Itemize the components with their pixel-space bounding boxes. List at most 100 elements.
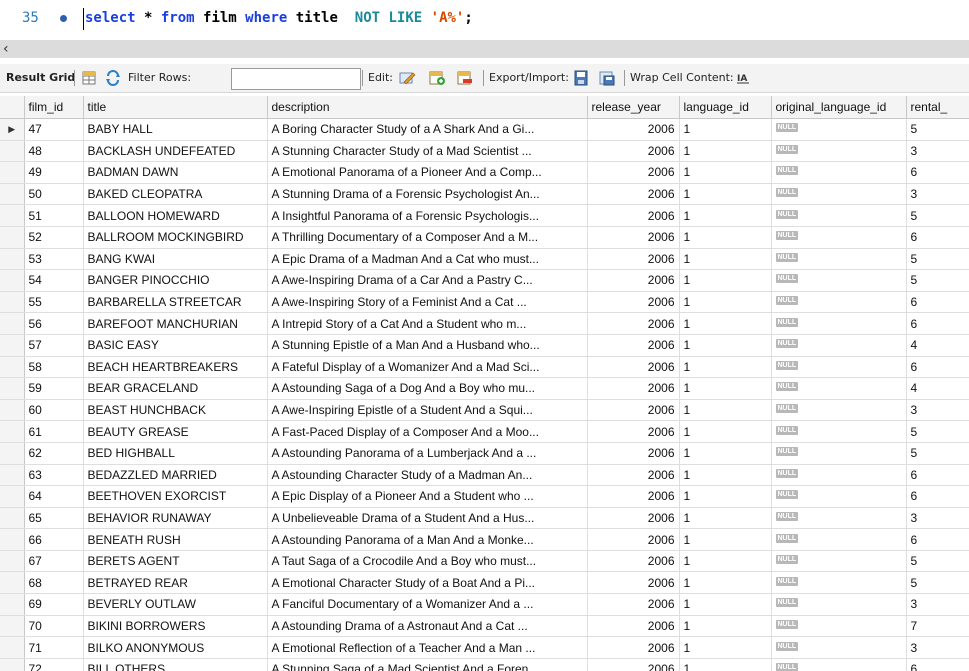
cell-language-id[interactable]: 1 — [679, 658, 772, 671]
cell-release-year[interactable]: 2006 — [587, 615, 680, 638]
cell-language-id[interactable]: 1 — [679, 248, 772, 271]
cell-film-id[interactable]: 57 — [24, 334, 84, 357]
cell-original-language-id[interactable]: NULL — [771, 140, 907, 163]
row-indicator[interactable] — [0, 571, 25, 595]
export-icon[interactable] — [572, 64, 590, 92]
cell-language-id[interactable]: 1 — [679, 140, 772, 163]
cell-rental-duration[interactable]: 5 — [906, 442, 969, 465]
cell-release-year[interactable]: 2006 — [587, 118, 680, 141]
table-row[interactable]: 67 BERETS AGENT A Taut Saga of a Crocodile… — [0, 550, 969, 573]
cell-original-language-id[interactable]: NULL — [771, 593, 907, 616]
cell-original-language-id[interactable]: NULL — [771, 118, 907, 141]
cell-original-language-id[interactable]: NULL — [771, 377, 907, 400]
table-row[interactable]: 51 BALLOON HOMEWARD A Insightful Panorama … — [0, 204, 969, 227]
cell-title[interactable]: BADMAN DAWN — [83, 161, 268, 184]
row-indicator[interactable] — [0, 226, 25, 249]
cell-title[interactable]: BEETHOVEN EXORCIST — [83, 485, 268, 508]
cell-original-language-id[interactable]: NULL — [771, 161, 907, 184]
column-header-description[interactable]: description — [267, 96, 588, 119]
cell-original-language-id[interactable]: NULL — [771, 507, 907, 530]
cell-description[interactable]: A Astounding Drama of a Astronaut And a … — [267, 615, 588, 638]
cell-rental-duration[interactable]: 5 — [906, 550, 969, 573]
table-row[interactable]: 66 BENEATH RUSH A Astounding Panorama of a… — [0, 528, 969, 551]
cell-rental-duration[interactable]: 6 — [906, 312, 969, 335]
cell-original-language-id[interactable]: NULL — [771, 636, 907, 659]
cell-rental-duration[interactable]: 5 — [906, 571, 969, 595]
cell-description[interactable]: A Stunning Epistle of a Man And a Husban… — [267, 334, 588, 357]
cell-title[interactable]: BACKLASH UNDEFEATED — [83, 140, 268, 163]
cell-description[interactable]: A Emotional Character Study of a Boat An… — [267, 571, 588, 595]
cell-title[interactable]: BETRAYED REAR — [83, 571, 268, 595]
cell-release-year[interactable]: 2006 — [587, 226, 680, 249]
cell-language-id[interactable]: 1 — [679, 550, 772, 573]
column-header-language-id[interactable]: language_id — [679, 96, 772, 119]
cell-title[interactable]: BED HIGHBALL — [83, 442, 268, 465]
sql-statement[interactable]: select * from film where title NOT LIKE … — [85, 10, 473, 26]
cell-release-year[interactable]: 2006 — [587, 464, 680, 487]
cell-title[interactable]: BEAUTY GREASE — [83, 420, 268, 443]
cell-title[interactable]: BIKINI BORROWERS — [83, 615, 268, 638]
cell-release-year[interactable]: 2006 — [587, 248, 680, 271]
cell-description[interactable]: A Insightful Panorama of a Forensic Psyc… — [267, 204, 588, 227]
cell-language-id[interactable]: 1 — [679, 226, 772, 249]
result-grid[interactable]: film_id title description release_year l… — [0, 96, 969, 671]
cell-original-language-id[interactable]: NULL — [771, 442, 907, 465]
cell-film-id[interactable]: 49 — [24, 161, 84, 184]
cell-original-language-id[interactable]: NULL — [771, 183, 907, 206]
cell-release-year[interactable]: 2006 — [587, 183, 680, 206]
current-row-indicator-icon[interactable]: ▶ — [0, 118, 25, 141]
cell-original-language-id[interactable]: NULL — [771, 334, 907, 357]
cell-film-id[interactable]: 67 — [24, 550, 84, 573]
cell-language-id[interactable]: 1 — [679, 161, 772, 184]
cell-release-year[interactable]: 2006 — [587, 442, 680, 465]
cell-language-id[interactable]: 1 — [679, 615, 772, 638]
table-row[interactable]: 56 BAREFOOT MANCHURIAN A Intrepid Story of… — [0, 312, 969, 335]
cell-rental-duration[interactable]: 6 — [906, 291, 969, 314]
cell-film-id[interactable]: 61 — [24, 420, 84, 443]
cell-release-year[interactable]: 2006 — [587, 269, 680, 292]
row-indicator[interactable] — [0, 291, 25, 314]
cell-release-year[interactable]: 2006 — [587, 291, 680, 314]
cell-original-language-id[interactable]: NULL — [771, 356, 907, 379]
row-indicator[interactable] — [0, 356, 25, 379]
cell-film-id[interactable]: 63 — [24, 464, 84, 487]
table-row[interactable]: 71 BILKO ANONYMOUS A Emotional Reflection … — [0, 636, 969, 659]
cell-language-id[interactable]: 1 — [679, 636, 772, 659]
table-row[interactable]: 64 BEETHOVEN EXORCIST A Epic Display of a … — [0, 485, 969, 508]
cell-film-id[interactable]: 66 — [24, 528, 84, 551]
cell-title[interactable]: BERETS AGENT — [83, 550, 268, 573]
cell-rental-duration[interactable]: 5 — [906, 118, 969, 141]
cell-original-language-id[interactable]: NULL — [771, 399, 907, 422]
cell-language-id[interactable]: 1 — [679, 118, 772, 141]
row-indicator[interactable] — [0, 312, 25, 335]
cell-title[interactable]: BABY HALL — [83, 118, 268, 141]
cell-language-id[interactable]: 1 — [679, 593, 772, 616]
cell-description[interactable]: A Epic Display of a Pioneer And a Studen… — [267, 485, 588, 508]
cell-title[interactable]: BANGER PINOCCHIO — [83, 269, 268, 292]
cell-rental-duration[interactable]: 3 — [906, 636, 969, 659]
cell-title[interactable]: BALLROOM MOCKINGBIRD — [83, 226, 268, 249]
table-row[interactable]: 60 BEAST HUNCHBACK A Awe-Inspiring Epistle… — [0, 399, 969, 422]
cell-description[interactable]: A Astounding Panorama of a Lumberjack An… — [267, 442, 588, 465]
cell-original-language-id[interactable]: NULL — [771, 615, 907, 638]
cell-original-language-id[interactable]: NULL — [771, 312, 907, 335]
cell-title[interactable]: BANG KWAI — [83, 248, 268, 271]
cell-release-year[interactable]: 2006 — [587, 550, 680, 573]
cell-original-language-id[interactable]: NULL — [771, 226, 907, 249]
table-row[interactable]: 63 BEDAZZLED MARRIED A Astounding Characte… — [0, 464, 969, 487]
cell-original-language-id[interactable]: NULL — [771, 420, 907, 443]
cell-description[interactable]: A Astounding Saga of a Dog And a Boy who… — [267, 377, 588, 400]
cell-rental-duration[interactable]: 4 — [906, 334, 969, 357]
cell-language-id[interactable]: 1 — [679, 420, 772, 443]
cell-language-id[interactable]: 1 — [679, 528, 772, 551]
cell-description[interactable]: A Stunning Character Study of a Mad Scie… — [267, 140, 588, 163]
result-grid-tab[interactable]: Result Grid — [6, 64, 75, 92]
cell-film-id[interactable]: 54 — [24, 269, 84, 292]
cell-original-language-id[interactable]: NULL — [771, 291, 907, 314]
cell-release-year[interactable]: 2006 — [587, 507, 680, 530]
cell-rental-duration[interactable]: 6 — [906, 161, 969, 184]
cell-language-id[interactable]: 1 — [679, 183, 772, 206]
cell-film-id[interactable]: 65 — [24, 507, 84, 530]
cell-language-id[interactable]: 1 — [679, 399, 772, 422]
table-row[interactable]: 48 BACKLASH UNDEFEATED A Stunning Characte… — [0, 140, 969, 163]
